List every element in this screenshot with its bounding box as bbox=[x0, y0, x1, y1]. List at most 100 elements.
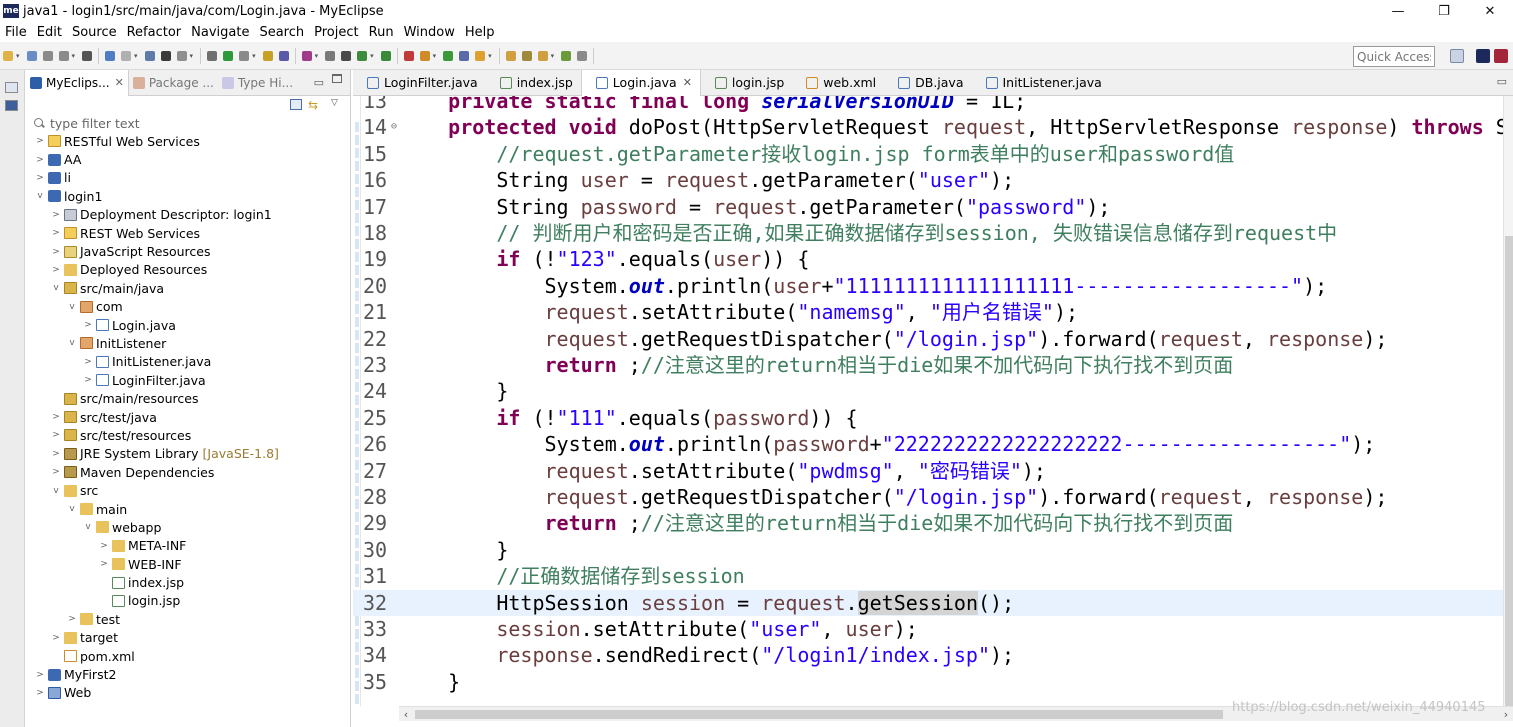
dropdown-caret-icon[interactable]: ▾ bbox=[190, 52, 194, 60]
new-icon[interactable] bbox=[3, 50, 13, 61]
pin-icon[interactable] bbox=[160, 50, 171, 61]
code-line[interactable]: 34 response.sendRedirect("/login1/index.… bbox=[353, 642, 1503, 668]
lasso-icon[interactable] bbox=[144, 50, 155, 61]
collapsed-icon[interactable]: > bbox=[50, 449, 62, 459]
editor-tab[interactable]: index.jsp bbox=[486, 70, 581, 96]
scroll-left-icon[interactable]: ‹ bbox=[399, 707, 413, 722]
menu-help[interactable]: Help bbox=[460, 25, 500, 40]
open-type-icon[interactable] bbox=[459, 50, 470, 61]
dropdown-caret-icon[interactable]: ▾ bbox=[16, 52, 20, 60]
tree-item[interactable]: > Web bbox=[26, 684, 350, 702]
expanded-icon[interactable]: v bbox=[66, 302, 78, 312]
filter-field[interactable]: type filter text bbox=[26, 114, 350, 132]
print-icon[interactable] bbox=[58, 50, 69, 61]
tree-item[interactable]: v login1 bbox=[26, 187, 350, 205]
collapsed-icon[interactable]: > bbox=[66, 614, 78, 624]
open-task-icon[interactable] bbox=[475, 50, 486, 61]
code-line[interactable]: 15 //request.getParameter接收login.jsp for… bbox=[353, 141, 1503, 167]
tree-item[interactable]: > JavaScript Resources bbox=[26, 242, 350, 260]
menu-file[interactable]: File bbox=[0, 25, 32, 40]
collapsed-icon[interactable]: > bbox=[82, 357, 94, 367]
web-app-icon[interactable] bbox=[121, 50, 132, 61]
tree-item[interactable]: v webapp bbox=[26, 518, 350, 536]
tree-item[interactable]: > RESTful Web Services bbox=[26, 132, 350, 150]
expanded-icon[interactable]: v bbox=[66, 504, 78, 514]
tree-item[interactable]: > Login.java bbox=[26, 316, 350, 334]
close-icon[interactable]: ✕ bbox=[115, 76, 124, 89]
tree-item[interactable]: > Deployment Descriptor: login1 bbox=[26, 206, 350, 224]
tree-item[interactable]: > target bbox=[26, 629, 350, 647]
dropdown-caret-icon[interactable]: ▾ bbox=[315, 52, 319, 60]
quick-access-input[interactable] bbox=[1353, 46, 1435, 67]
build-icon[interactable] bbox=[325, 50, 336, 61]
minimized-view-icon[interactable] bbox=[5, 100, 18, 111]
tree-item[interactable]: > li bbox=[26, 169, 350, 187]
menu-window[interactable]: Window bbox=[399, 25, 460, 40]
save-all-icon[interactable] bbox=[42, 50, 53, 61]
tree-item[interactable]: src/main/resources bbox=[26, 389, 350, 407]
editor-tab[interactable]: DB.java bbox=[884, 70, 971, 96]
code-line[interactable]: 22 request.getRequestDispatcher("/login.… bbox=[353, 326, 1503, 352]
menu-navigate[interactable]: Navigate bbox=[186, 25, 254, 40]
collapsed-icon[interactable]: > bbox=[50, 412, 62, 422]
code-line[interactable]: 16 String user = request.getParameter("u… bbox=[353, 167, 1503, 193]
collapsed-icon[interactable]: > bbox=[50, 430, 62, 440]
tree-item[interactable]: > LoginFilter.java bbox=[26, 371, 350, 389]
code-line[interactable]: 14 ⊖ protected void doPost(HttpServletReq… bbox=[353, 114, 1503, 140]
scroll-right-icon[interactable]: › bbox=[1499, 707, 1513, 722]
tab-type-hierarchy[interactable]: Type Hi... bbox=[218, 70, 297, 96]
collapsed-icon[interactable]: > bbox=[34, 155, 46, 165]
expanded-icon[interactable]: v bbox=[66, 338, 78, 348]
open-browser-icon[interactable] bbox=[105, 50, 116, 61]
code-line[interactable]: 28 request.getRequestDispatcher("/login.… bbox=[353, 484, 1503, 510]
minimize-button[interactable]: — bbox=[1375, 0, 1421, 22]
code-line[interactable]: 31 //正确数据储存到session bbox=[353, 563, 1503, 589]
menu-edit[interactable]: Edit bbox=[32, 25, 67, 40]
close-button[interactable]: ✕ bbox=[1467, 0, 1513, 22]
profile-icon[interactable] bbox=[419, 50, 430, 61]
dropdown-caret-icon[interactable]: ▾ bbox=[551, 52, 555, 60]
collapsed-icon[interactable]: > bbox=[50, 247, 62, 257]
editor-tab[interactable]: web.xml bbox=[792, 70, 884, 96]
restore-view-icon[interactable] bbox=[5, 82, 18, 93]
code-line[interactable]: 19 if (!"123".equals(user)) { bbox=[353, 246, 1503, 272]
tree-item[interactable]: > WEB-INF bbox=[26, 555, 350, 573]
expanded-icon[interactable]: v bbox=[82, 522, 94, 532]
view-menu-icon[interactable]: ▽ bbox=[331, 98, 338, 108]
tab-package-explorer[interactable]: Package ... bbox=[129, 70, 218, 96]
dropdown-caret-icon[interactable]: ▾ bbox=[488, 52, 492, 60]
myeclipse-perspective-icon[interactable] bbox=[1476, 49, 1490, 63]
tree-item[interactable]: v src/main/java bbox=[26, 279, 350, 297]
vertical-scroll-thumb[interactable] bbox=[1505, 236, 1513, 706]
collapsed-icon[interactable]: > bbox=[34, 670, 46, 680]
dropdown-caret-icon[interactable]: ▾ bbox=[252, 52, 256, 60]
java-perspective-icon[interactable] bbox=[1494, 49, 1508, 63]
code-line[interactable]: 30 } bbox=[353, 537, 1503, 563]
search-file-icon[interactable] bbox=[505, 50, 516, 61]
collapsed-icon[interactable]: > bbox=[82, 320, 94, 330]
dropdown-caret-icon[interactable]: ▾ bbox=[72, 52, 76, 60]
code-line[interactable]: 25 if (!"111".equals(password)) { bbox=[353, 405, 1503, 431]
menu-search[interactable]: Search bbox=[254, 25, 309, 40]
menu-run[interactable]: Run bbox=[364, 25, 399, 40]
new-server-icon[interactable] bbox=[82, 50, 93, 61]
tree-item[interactable]: > src/test/java bbox=[26, 408, 350, 426]
tree-item[interactable]: login.jsp bbox=[26, 592, 350, 610]
save-icon[interactable] bbox=[26, 50, 37, 61]
forward-icon[interactable] bbox=[561, 50, 572, 61]
code-line[interactable]: 33 session.setAttribute("user", user); bbox=[353, 616, 1503, 642]
expanded-icon[interactable]: v bbox=[50, 486, 62, 496]
editor-tab[interactable]: login.jsp bbox=[701, 70, 792, 96]
code-line[interactable]: 24 } bbox=[353, 378, 1503, 404]
code-line[interactable]: 17 String password = request.getParamete… bbox=[353, 194, 1503, 220]
history-icon[interactable] bbox=[577, 50, 588, 61]
tree-item[interactable]: pom.xml bbox=[26, 647, 350, 665]
tree-item[interactable]: > Deployed Resources bbox=[26, 261, 350, 279]
run-server-icon[interactable] bbox=[223, 50, 234, 61]
collapsed-icon[interactable]: > bbox=[50, 228, 62, 238]
tree-item[interactable]: v InitListener bbox=[26, 334, 350, 352]
minimize-editor-icon[interactable]: ▭ bbox=[1497, 75, 1507, 88]
minimize-view-icon[interactable]: ▭ bbox=[314, 76, 324, 89]
code-line[interactable]: 21 request.setAttribute("namemsg", "用户名错… bbox=[353, 299, 1503, 325]
tree-item[interactable]: > MyFirst2 bbox=[26, 665, 350, 683]
